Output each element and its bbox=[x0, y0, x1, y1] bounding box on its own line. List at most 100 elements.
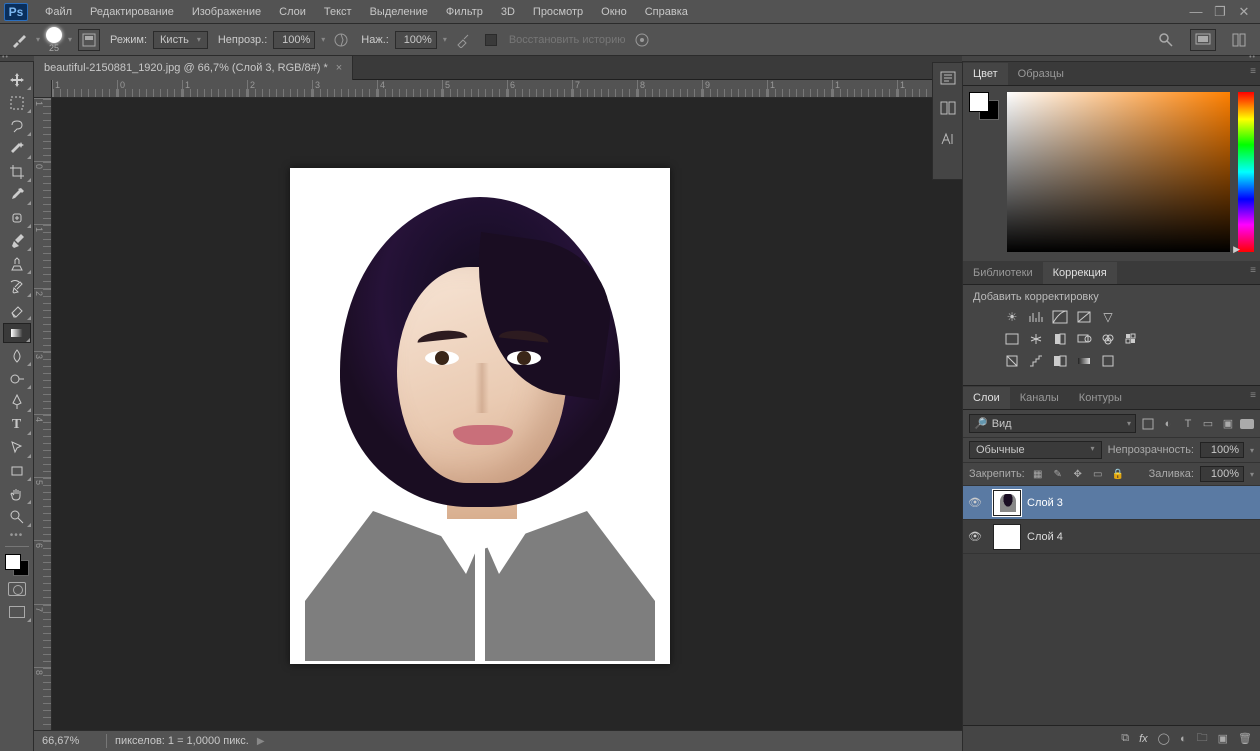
screen-mode-button[interactable] bbox=[1190, 29, 1216, 51]
delete-layer-icon[interactable]: 🗑 bbox=[1238, 732, 1252, 745]
dodge-tool[interactable] bbox=[3, 369, 31, 389]
rectangle-tool[interactable] bbox=[3, 461, 31, 481]
lock-all-icon[interactable]: 🔒 bbox=[1111, 467, 1125, 481]
tab-swatches[interactable]: Образцы bbox=[1008, 63, 1074, 85]
threshold-icon[interactable] bbox=[1051, 353, 1069, 369]
lock-position-icon[interactable]: ✥ bbox=[1071, 467, 1085, 481]
exposure-icon[interactable] bbox=[1075, 309, 1093, 325]
tab-adjustments[interactable]: Коррекция bbox=[1043, 262, 1117, 284]
hue-slider[interactable] bbox=[1238, 92, 1254, 252]
layer-filter-select[interactable]: 🔎 Вид ▾ bbox=[969, 414, 1136, 433]
blend-mode-select[interactable]: Кисть ▾ bbox=[153, 31, 208, 49]
dropdown-arrow-icon[interactable]: ▾ bbox=[443, 35, 447, 44]
layer-name[interactable]: Слой 3 bbox=[1027, 497, 1063, 509]
curves-icon[interactable] bbox=[1051, 309, 1069, 325]
brush-panel-toggle-button[interactable] bbox=[78, 29, 100, 51]
filter-type-icon[interactable]: T bbox=[1180, 416, 1196, 432]
filter-pixel-icon[interactable] bbox=[1140, 416, 1156, 432]
layer-row[interactable]: 👁Слой 4 bbox=[963, 520, 1260, 554]
zoom-tool[interactable] bbox=[3, 507, 31, 527]
new-group-icon[interactable]: 🗀 bbox=[1197, 729, 1208, 748]
quick-mask-button[interactable] bbox=[3, 579, 31, 599]
pen-tool[interactable] bbox=[3, 392, 31, 412]
lock-artboard-icon[interactable]: ▭ bbox=[1091, 467, 1105, 481]
eyedropper-tool[interactable] bbox=[3, 185, 31, 205]
magic-wand-tool[interactable] bbox=[3, 139, 31, 159]
layer-name[interactable]: Слой 4 bbox=[1027, 531, 1063, 543]
menu-view[interactable]: Просмотр bbox=[524, 2, 592, 22]
window-close-button[interactable]: ✕ bbox=[1232, 2, 1256, 22]
history-checkbox[interactable] bbox=[485, 34, 497, 46]
color-lookup-icon[interactable] bbox=[1123, 331, 1141, 347]
clone-stamp-tool[interactable] bbox=[3, 254, 31, 274]
document-canvas[interactable] bbox=[290, 168, 670, 664]
menu-help[interactable]: Справка bbox=[636, 2, 697, 22]
viewport[interactable] bbox=[52, 98, 962, 730]
tab-layers[interactable]: Слои bbox=[963, 387, 1010, 409]
color-panel-swatches[interactable] bbox=[969, 92, 999, 120]
lasso-tool[interactable] bbox=[3, 116, 31, 136]
character-panel-icon[interactable] bbox=[938, 129, 958, 147]
visibility-toggle-icon[interactable]: 👁 bbox=[963, 496, 987, 509]
menu-layers[interactable]: Слои bbox=[270, 2, 315, 22]
brush-tool[interactable] bbox=[3, 231, 31, 251]
layers-opacity-input[interactable]: 100% bbox=[1200, 442, 1244, 458]
eraser-tool[interactable] bbox=[3, 300, 31, 320]
menu-3d[interactable]: 3D bbox=[492, 2, 524, 22]
crop-tool[interactable] bbox=[3, 162, 31, 182]
selective-color-icon[interactable] bbox=[1099, 353, 1117, 369]
menu-select[interactable]: Выделение bbox=[361, 2, 437, 22]
opacity-input[interactable]: 100% bbox=[273, 31, 315, 49]
vibrance-icon[interactable]: ▽ bbox=[1099, 309, 1117, 325]
lock-pixels-icon[interactable]: ✎ bbox=[1051, 467, 1065, 481]
search-icon[interactable] bbox=[1156, 30, 1176, 50]
ruler-vertical[interactable]: 1012345678 bbox=[34, 98, 52, 730]
add-mask-icon[interactable]: ◯ bbox=[1158, 732, 1170, 745]
filter-shape-icon[interactable]: ▭ bbox=[1200, 416, 1216, 432]
airbrush-icon[interactable] bbox=[453, 30, 473, 50]
document-tab[interactable]: beautiful-2150881_1920.jpg @ 66,7% (Слой… bbox=[34, 56, 353, 80]
foreground-swatch-panel[interactable] bbox=[969, 92, 989, 112]
pressure-size-icon[interactable] bbox=[632, 30, 652, 50]
menu-filter[interactable]: Фильтр bbox=[437, 2, 492, 22]
flow-input[interactable]: 100% bbox=[395, 31, 437, 49]
status-menu-arrow-icon[interactable]: ▶ bbox=[257, 736, 265, 747]
window-restore-button[interactable]: ❐ bbox=[1208, 2, 1232, 22]
ruler-horizontal[interactable]: 10123456789111 bbox=[52, 80, 962, 98]
menu-text[interactable]: Текст bbox=[315, 2, 361, 22]
panel-menu-icon[interactable]: ≡ bbox=[1250, 390, 1256, 401]
fill-input[interactable]: 100% bbox=[1200, 466, 1244, 482]
healing-brush-tool[interactable] bbox=[3, 208, 31, 228]
tab-paths[interactable]: Контуры bbox=[1069, 387, 1132, 409]
zoom-level[interactable]: 66,67% bbox=[42, 735, 98, 747]
tab-color[interactable]: Цвет bbox=[963, 63, 1008, 85]
filter-toggle[interactable] bbox=[1240, 419, 1254, 429]
blend-mode-select-layers[interactable]: Обычные ▾ bbox=[969, 441, 1102, 459]
dropdown-arrow-icon[interactable]: ▾ bbox=[1250, 470, 1254, 479]
color-field[interactable]: ▶ bbox=[1007, 92, 1230, 252]
menu-file[interactable]: Файл bbox=[36, 2, 81, 22]
layer-row[interactable]: 👁 Слой 3 bbox=[963, 486, 1260, 520]
menu-window[interactable]: Окно bbox=[592, 2, 636, 22]
screen-mode-tool[interactable] bbox=[3, 602, 31, 622]
brush-preset-picker[interactable]: 25 bbox=[46, 27, 62, 53]
link-layers-icon[interactable]: ⧉ bbox=[1121, 732, 1129, 745]
move-tool[interactable] bbox=[3, 70, 31, 90]
lock-transparency-icon[interactable]: ▦ bbox=[1031, 467, 1045, 481]
current-tool-icon[interactable] bbox=[8, 29, 30, 51]
posterize-icon[interactable] bbox=[1027, 353, 1045, 369]
path-select-tool[interactable] bbox=[3, 438, 31, 458]
properties-panel-icon[interactable] bbox=[938, 99, 958, 117]
ruler-origin[interactable] bbox=[34, 80, 52, 98]
history-panel-icon[interactable] bbox=[938, 69, 958, 87]
dropdown-arrow-icon[interactable]: ▾ bbox=[1250, 446, 1254, 455]
invert-icon[interactable] bbox=[1003, 353, 1021, 369]
arrange-docs-button[interactable] bbox=[1226, 29, 1252, 51]
type-tool[interactable]: T bbox=[3, 415, 31, 435]
tab-channels[interactable]: Каналы bbox=[1010, 387, 1069, 409]
marquee-tool[interactable] bbox=[3, 93, 31, 113]
panel-menu-icon[interactable]: ≡ bbox=[1250, 66, 1256, 77]
window-minimize-button[interactable]: — bbox=[1184, 2, 1208, 22]
new-layer-icon[interactable]: ▣ bbox=[1218, 732, 1228, 745]
filter-smart-icon[interactable]: ▣ bbox=[1220, 416, 1236, 432]
